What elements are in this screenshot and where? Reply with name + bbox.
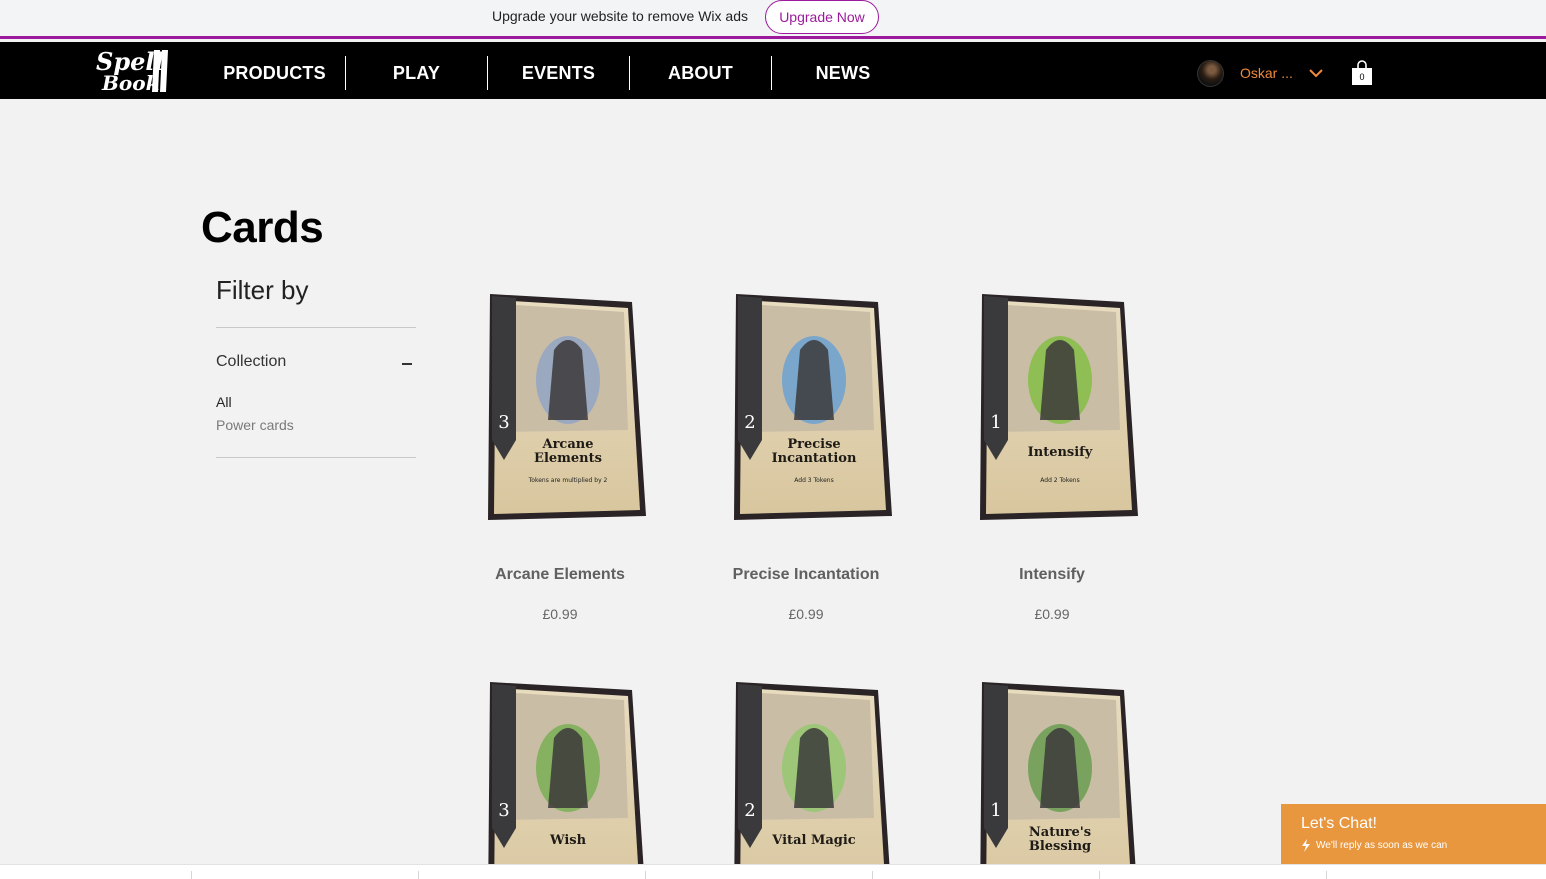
card-image: 1 Nature'sBlessing <box>980 682 1137 879</box>
card-title: Nature's <box>1029 825 1091 840</box>
user-menu[interactable]: Oskar ... <box>1197 59 1323 87</box>
card-value: 3 <box>498 412 509 433</box>
card-image: 2 PreciseIncantation Add 3 Tokens <box>734 294 892 520</box>
card-image: 1 Intensify Add 2 Tokens <box>980 294 1138 520</box>
chat-subtitle: We'll reply as soon as we can <box>1316 840 1448 851</box>
card-title: Wish <box>549 833 587 848</box>
card-figure <box>1040 340 1080 420</box>
card-ribbon <box>984 296 1008 460</box>
collection-filter-label[interactable]: Collection <box>216 353 286 371</box>
strip-tick <box>191 871 192 879</box>
product-name[interactable]: Arcane Elements <box>450 566 670 584</box>
card-text: Add 3 Tokens <box>794 477 833 484</box>
strip-tick <box>418 871 419 879</box>
card-ribbon <box>492 296 516 460</box>
filter-divider <box>216 327 416 328</box>
product-name[interactable]: Intensify <box>942 566 1162 584</box>
card-title: Precise <box>787 437 840 452</box>
filter-option-power-cards[interactable]: Power cards <box>216 417 294 433</box>
cart-count: 0 <box>1359 72 1365 82</box>
filter-option-all[interactable]: All <box>216 394 232 410</box>
card-value: 2 <box>744 412 755 433</box>
main-nav: PRODUCTS PLAY EVENTS ABOUT NEWS <box>204 56 914 90</box>
card-text: Add 2 Tokens <box>1040 477 1079 484</box>
card-text: Tokens are multiplied by 2 <box>528 477 608 484</box>
product-item[interactable]: 3 Wish <box>450 678 670 879</box>
card-value: 3 <box>498 800 509 821</box>
nav-events[interactable]: EVENTS <box>488 56 630 90</box>
product-item[interactable]: 1 Nature's Blessing <box>942 678 1162 879</box>
card-figure <box>1040 728 1080 808</box>
product-price: £0.99 <box>542 606 578 622</box>
card-ribbon <box>738 296 762 460</box>
ad-text: Upgrade your website to remove Wix ads <box>492 8 748 24</box>
upgrade-now-button[interactable]: Upgrade Now <box>765 0 879 34</box>
page-title: Cards <box>201 203 324 252</box>
card-figure <box>548 728 588 808</box>
chat-title: Let's Chat! <box>1301 815 1377 832</box>
card-title: Blessing <box>1029 839 1091 854</box>
user-name: Oskar ... <box>1240 65 1293 81</box>
card-value: 1 <box>990 412 1001 433</box>
card-ribbon <box>492 684 516 848</box>
card-figure <box>794 340 834 420</box>
product-price: £0.99 <box>788 606 824 622</box>
card-image: 2 Vital Magic <box>734 682 891 879</box>
strip-tick <box>1326 871 1327 879</box>
strip-tick <box>872 871 873 879</box>
wix-ad-bar: Upgrade your website to remove Wix ads U… <box>0 0 1546 39</box>
card-title: Vital Magic <box>771 833 856 848</box>
card-figure <box>794 728 834 808</box>
product-item[interactable]: 3 Arcane Elements Tokens are multiplied by … <box>450 290 670 630</box>
card-value: 2 <box>744 800 755 821</box>
nav-news[interactable]: NEWS <box>772 56 914 90</box>
spellbook-logo[interactable]: Spell Book <box>94 46 170 96</box>
card-ribbon <box>738 684 762 848</box>
lightning-icon <box>1302 839 1310 852</box>
card-figure <box>548 340 588 420</box>
card-title: Elements <box>534 451 602 466</box>
card-ribbon <box>984 684 1008 848</box>
product-item[interactable]: 2 Precise Incantation Add 3 Tokens Precise I… <box>696 290 916 630</box>
product-name[interactable]: Precise Incantation <box>696 566 916 584</box>
avatar <box>1197 59 1224 87</box>
product-price: £0.99 <box>1034 606 1070 622</box>
card-title: Arcane <box>542 437 594 452</box>
site-header: Spell Book PRODUCTS PLAY EVENTS ABOUT NE… <box>0 42 1546 99</box>
filter-divider <box>216 457 416 458</box>
nav-products[interactable]: PRODUCTS <box>204 56 346 90</box>
card-title: Intensify <box>1028 445 1093 460</box>
chevron-down-icon <box>1309 69 1323 78</box>
card-title: Incantation <box>772 451 857 466</box>
nav-about[interactable]: ABOUT <box>630 56 772 90</box>
nav-play[interactable]: PLAY <box>346 56 488 90</box>
collapse-minus-icon[interactable] <box>402 363 412 365</box>
card-image: 3 ArcaneElements Tokens are multiplied by … <box>488 294 646 520</box>
card-value: 1 <box>990 800 1001 821</box>
svg-text:Book: Book <box>101 71 159 95</box>
product-item[interactable]: 1 Intensify Add 2 Tokens Intensify £0.99 <box>942 290 1162 630</box>
chat-widget[interactable]: Let's Chat! We'll reply as soon as we ca… <box>1281 804 1546 864</box>
card-image: 3 Wish <box>488 682 645 879</box>
bottom-strip <box>0 864 1546 879</box>
strip-tick <box>1099 871 1100 879</box>
cart-button[interactable]: 0 <box>1351 60 1373 86</box>
filter-title: Filter by <box>216 275 309 305</box>
product-item[interactable]: 2 Vital Magic <box>696 678 916 879</box>
strip-tick <box>645 871 646 879</box>
